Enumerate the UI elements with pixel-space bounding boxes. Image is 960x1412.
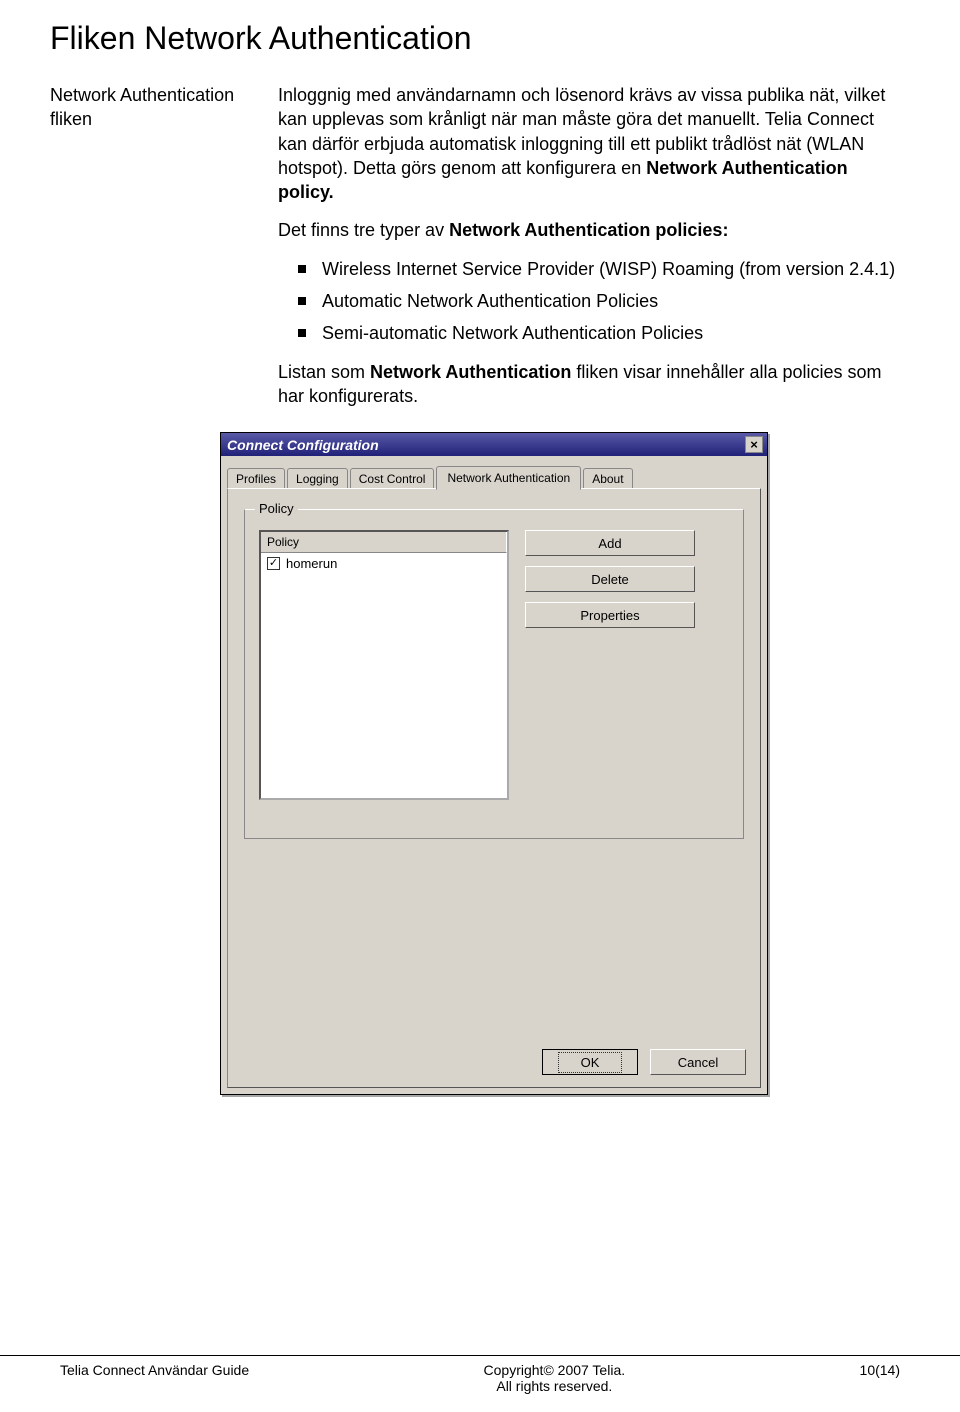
dialog-titlebar: Connect Configuration × [221, 433, 767, 456]
tab-about[interactable]: About [583, 468, 632, 489]
connect-configuration-dialog: Connect Configuration × Profiles Logging… [220, 432, 768, 1095]
tab-profiles[interactable]: Profiles [227, 468, 285, 489]
para2-bold: Network Authentication policies: [449, 220, 728, 240]
footer-copyright: Copyright© 2007 Telia. [484, 1362, 626, 1378]
footer-center: Copyright© 2007 Telia. All rights reserv… [484, 1356, 626, 1394]
ok-label: OK [558, 1052, 623, 1073]
policy-group: Policy Policy ✓ homerun Add Delete [244, 509, 744, 839]
side-label: Network Authentication fliken [50, 83, 250, 422]
list-item-label: homerun [286, 556, 337, 571]
checkbox-icon[interactable]: ✓ [267, 557, 280, 570]
paragraph-3: Listan som Network Authentication fliken… [278, 360, 900, 409]
footer-right: 10(14) [860, 1356, 900, 1378]
policy-list: Wireless Internet Service Provider (WISP… [278, 257, 900, 346]
page-title: Fliken Network Authentication [50, 20, 900, 57]
footer-left: Telia Connect Användar Guide [60, 1356, 249, 1378]
paragraph-1: Inloggnig med användarnamn och lösenord … [278, 83, 900, 204]
footer-rights: All rights reserved. [484, 1378, 626, 1394]
close-icon[interactable]: × [745, 436, 763, 453]
paragraph-2: Det finns tre typer av Network Authentic… [278, 218, 900, 242]
tab-logging[interactable]: Logging [287, 468, 348, 489]
group-label: Policy [255, 501, 298, 516]
policy-listbox[interactable]: Policy ✓ homerun [259, 530, 509, 800]
add-button[interactable]: Add [525, 530, 695, 556]
list-item: Wireless Internet Service Provider (WISP… [278, 257, 900, 281]
para2-text: Det finns tre typer av [278, 220, 449, 240]
para3-b: Network Authentication [370, 362, 571, 382]
cancel-button[interactable]: Cancel [650, 1049, 746, 1075]
delete-button[interactable]: Delete [525, 566, 695, 592]
list-item: Semi-automatic Network Authentication Po… [278, 321, 900, 345]
list-item[interactable]: ✓ homerun [261, 553, 507, 574]
dialog-tabs: Profiles Logging Cost Control Network Au… [227, 464, 761, 488]
page-footer: Telia Connect Användar Guide Copyright© … [0, 1355, 960, 1394]
ok-button[interactable]: OK [542, 1049, 638, 1075]
dialog-title: Connect Configuration [227, 437, 379, 453]
dialog-panel: Policy Policy ✓ homerun Add Delete [227, 488, 761, 1088]
properties-button[interactable]: Properties [525, 602, 695, 628]
tab-cost-control[interactable]: Cost Control [350, 468, 435, 489]
tab-network-authentication[interactable]: Network Authentication [436, 466, 581, 490]
main-content: Inloggnig med användarnamn och lösenord … [278, 83, 900, 422]
list-item: Automatic Network Authentication Policie… [278, 289, 900, 313]
para3-a: Listan som [278, 362, 370, 382]
list-header: Policy [261, 532, 507, 553]
